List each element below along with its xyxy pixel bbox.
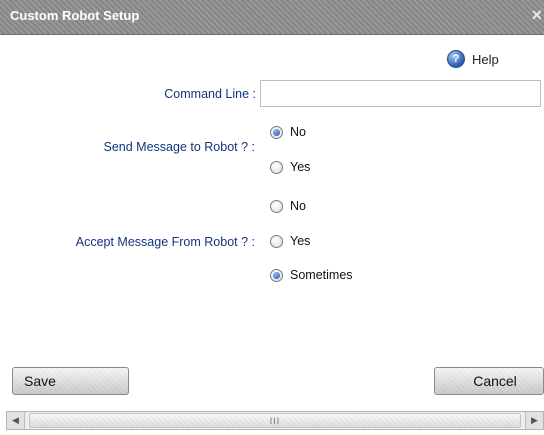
command-line-label: Command Line : (164, 87, 256, 101)
cancel-button[interactable]: Cancel (434, 367, 544, 395)
accept-message-label: Accept Message From Robot ? : (75, 235, 255, 249)
save-button[interactable]: Save (12, 367, 129, 395)
help-label: Help (472, 51, 499, 67)
radio-circle (270, 160, 283, 174)
radio-label: Yes (290, 234, 311, 248)
horizontal-scrollbar[interactable]: ◀ III ▶ (6, 411, 544, 430)
scrollbar-grip-icon: III (269, 415, 281, 426)
radio-dot (273, 128, 280, 136)
radio-dot (273, 271, 280, 279)
radio-label: Sometimes (290, 268, 353, 282)
scroll-right-arrow-icon[interactable]: ▶ (525, 412, 543, 429)
command-line-input[interactable] (260, 80, 541, 107)
radio-circle (270, 125, 283, 139)
help-icon: ? (447, 50, 465, 68)
help-link[interactable]: ? Help (447, 49, 499, 69)
radio-label: No (290, 199, 306, 213)
close-icon[interactable]: × (531, 6, 542, 24)
radio-label: No (290, 125, 306, 139)
send-message-no-radio[interactable]: No (270, 125, 306, 139)
send-message-label: Send Message to Robot ? : (103, 140, 255, 154)
window-title: Custom Robot Setup (10, 8, 140, 23)
accept-message-sometimes-radio[interactable]: Sometimes (270, 268, 353, 282)
custom-robot-setup-dialog: Custom Robot Setup × ? Help Command Line… (0, 0, 544, 435)
scroll-left-arrow-icon[interactable]: ◀ (7, 412, 25, 429)
title-bar[interactable]: Custom Robot Setup × (0, 0, 544, 35)
scrollbar-thumb[interactable]: III (29, 413, 521, 428)
accept-message-yes-radio[interactable]: Yes (270, 234, 310, 248)
radio-label: Yes (290, 160, 311, 174)
radio-circle (270, 234, 283, 248)
accept-message-no-radio[interactable]: No (270, 199, 306, 213)
radio-circle (270, 199, 283, 213)
send-message-yes-radio[interactable]: Yes (270, 160, 310, 174)
radio-circle (270, 268, 283, 282)
